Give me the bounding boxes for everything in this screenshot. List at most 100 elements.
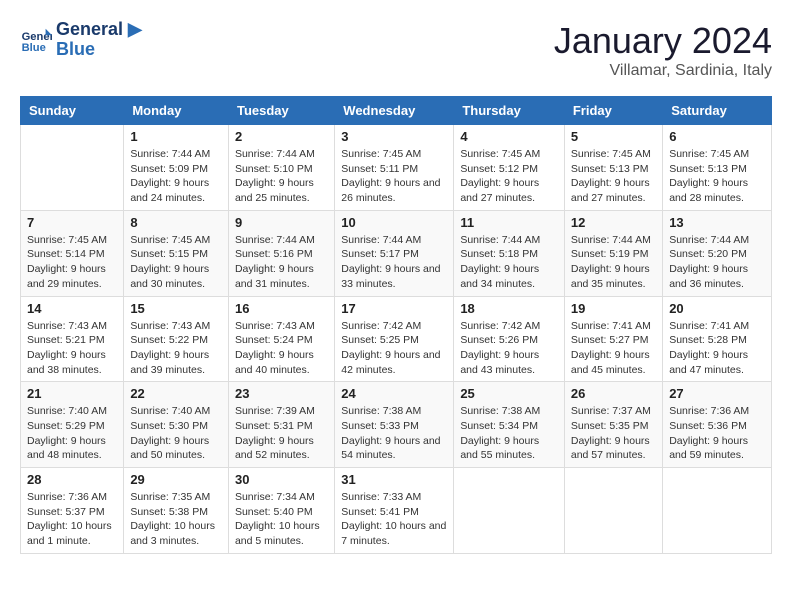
calendar-cell: 1 Sunrise: 7:44 AMSunset: 5:09 PMDaylight…: [124, 125, 229, 211]
day-number: 31: [341, 472, 447, 487]
calendar-cell: 12 Sunrise: 7:44 AMSunset: 5:19 PMDayligh…: [564, 210, 662, 296]
calendar-cell: 4Sunrise: 7:45 AMSunset: 5:12 PMDaylight…: [454, 125, 565, 211]
day-info: Sunrise: 7:44 AMSunset: 5:19 PMDaylight:…: [571, 233, 656, 292]
day-number: 1: [130, 129, 222, 144]
day-info: Sunrise: 7:44 AMSunset: 5:09 PMDaylight:…: [130, 147, 222, 206]
month-title: January 2024: [554, 20, 772, 62]
calendar-week-row: 7 Sunrise: 7:45 AMSunset: 5:14 PMDaylight…: [21, 210, 772, 296]
calendar-cell: 19 Sunrise: 7:41 AMSunset: 5:27 PMDayligh…: [564, 296, 662, 382]
day-info: Sunrise: 7:44 AMSunset: 5:16 PMDaylight:…: [235, 233, 328, 292]
day-info: Sunrise: 7:44 AMSunset: 5:20 PMDaylight:…: [669, 233, 765, 292]
day-number: 3: [341, 129, 447, 144]
calendar-cell: 10 Sunrise: 7:44 AMSunset: 5:17 PMDayligh…: [335, 210, 454, 296]
day-info: Sunrise: 7:44 AMSunset: 5:10 PMDaylight:…: [235, 147, 328, 206]
day-number: 15: [130, 301, 222, 316]
day-number: 2: [235, 129, 328, 144]
day-info: Sunrise: 7:45 AMSunset: 5:13 PMDaylight:…: [669, 147, 765, 206]
calendar-cell: 13 Sunrise: 7:44 AMSunset: 5:20 PMDayligh…: [663, 210, 772, 296]
day-number: 9: [235, 215, 328, 230]
day-number: 11: [460, 215, 558, 230]
day-number: 18: [460, 301, 558, 316]
day-info: Sunrise: 7:43 AMSunset: 5:22 PMDaylight:…: [130, 319, 222, 378]
calendar-cell: 2 Sunrise: 7:44 AMSunset: 5:10 PMDaylight…: [228, 125, 334, 211]
calendar-week-row: 1 Sunrise: 7:44 AMSunset: 5:09 PMDaylight…: [21, 125, 772, 211]
calendar-cell: 11 Sunrise: 7:44 AMSunset: 5:18 PMDayligh…: [454, 210, 565, 296]
day-number: 12: [571, 215, 656, 230]
calendar-cell: 26Sunrise: 7:37 AMSunset: 5:35 PMDayligh…: [564, 382, 662, 468]
day-info: Sunrise: 7:42 AMSunset: 5:26 PMDaylight:…: [460, 319, 558, 378]
day-number: 30: [235, 472, 328, 487]
day-info: Sunrise: 7:45 AMSunset: 5:14 PMDaylight:…: [27, 233, 117, 292]
day-number: 5: [571, 129, 656, 144]
day-number: 13: [669, 215, 765, 230]
day-number: 20: [669, 301, 765, 316]
calendar-week-row: 14 Sunrise: 7:43 AMSunset: 5:21 PMDayligh…: [21, 296, 772, 382]
day-info: Sunrise: 7:45 AMSunset: 5:13 PMDaylight:…: [571, 147, 656, 206]
logo: General Blue General ▶ Blue: [20, 20, 142, 60]
day-number: 7: [27, 215, 117, 230]
day-info: Sunrise: 7:40 AMSunset: 5:29 PMDaylight:…: [27, 404, 117, 463]
day-info: Sunrise: 7:45 AMSunset: 5:11 PMDaylight:…: [341, 147, 447, 206]
calendar-table: SundayMondayTuesdayWednesdayThursdayFrid…: [20, 96, 772, 554]
weekday-header-saturday: Saturday: [663, 97, 772, 125]
calendar-cell: 21 Sunrise: 7:40 AMSunset: 5:29 PMDayligh…: [21, 382, 124, 468]
day-info: Sunrise: 7:33 AMSunset: 5:41 PMDaylight:…: [341, 490, 447, 549]
weekday-header-thursday: Thursday: [454, 97, 565, 125]
calendar-cell: 30 Sunrise: 7:34 AMSunset: 5:40 PMDayligh…: [228, 468, 334, 554]
day-info: Sunrise: 7:43 AMSunset: 5:24 PMDaylight:…: [235, 319, 328, 378]
calendar-cell: 3 Sunrise: 7:45 AMSunset: 5:11 PMDaylight…: [335, 125, 454, 211]
calendar-cell: 23 Sunrise: 7:39 AMSunset: 5:31 PMDayligh…: [228, 382, 334, 468]
weekday-header-row: SundayMondayTuesdayWednesdayThursdayFrid…: [21, 97, 772, 125]
day-info: Sunrise: 7:44 AMSunset: 5:18 PMDaylight:…: [460, 233, 558, 292]
day-info: Sunrise: 7:42 AMSunset: 5:25 PMDaylight:…: [341, 319, 447, 378]
day-number: 23: [235, 386, 328, 401]
logo-icon: General Blue: [20, 24, 52, 56]
calendar-cell: 17Sunrise: 7:42 AMSunset: 5:25 PMDayligh…: [335, 296, 454, 382]
logo-text: General ▶: [56, 20, 142, 40]
day-number: 27: [669, 386, 765, 401]
logo-blue: Blue: [56, 40, 142, 60]
weekday-header-monday: Monday: [124, 97, 229, 125]
calendar-cell: 7 Sunrise: 7:45 AMSunset: 5:14 PMDaylight…: [21, 210, 124, 296]
day-info: Sunrise: 7:45 AMSunset: 5:15 PMDaylight:…: [130, 233, 222, 292]
day-info: Sunrise: 7:41 AMSunset: 5:27 PMDaylight:…: [571, 319, 656, 378]
day-number: 8: [130, 215, 222, 230]
day-info: Sunrise: 7:34 AMSunset: 5:40 PMDaylight:…: [235, 490, 328, 549]
day-number: 28: [27, 472, 117, 487]
day-info: Sunrise: 7:44 AMSunset: 5:17 PMDaylight:…: [341, 233, 447, 292]
day-info: Sunrise: 7:43 AMSunset: 5:21 PMDaylight:…: [27, 319, 117, 378]
calendar-cell: 31 Sunrise: 7:33 AMSunset: 5:41 PMDayligh…: [335, 468, 454, 554]
calendar-cell: 15 Sunrise: 7:43 AMSunset: 5:22 PMDayligh…: [124, 296, 229, 382]
day-number: 21: [27, 386, 117, 401]
day-number: 25: [460, 386, 558, 401]
day-info: Sunrise: 7:38 AMSunset: 5:34 PMDaylight:…: [460, 404, 558, 463]
day-info: Sunrise: 7:45 AMSunset: 5:12 PMDaylight:…: [460, 147, 558, 206]
day-number: 16: [235, 301, 328, 316]
calendar-cell: 5 Sunrise: 7:45 AMSunset: 5:13 PMDaylight…: [564, 125, 662, 211]
calendar-cell: 9 Sunrise: 7:44 AMSunset: 5:16 PMDaylight…: [228, 210, 334, 296]
calendar-cell: 16 Sunrise: 7:43 AMSunset: 5:24 PMDayligh…: [228, 296, 334, 382]
day-info: Sunrise: 7:39 AMSunset: 5:31 PMDaylight:…: [235, 404, 328, 463]
day-number: 6: [669, 129, 765, 144]
location-subtitle: Villamar, Sardinia, Italy: [554, 62, 772, 80]
day-info: Sunrise: 7:35 AMSunset: 5:38 PMDaylight:…: [130, 490, 222, 549]
day-number: 10: [341, 215, 447, 230]
calendar-cell: 14 Sunrise: 7:43 AMSunset: 5:21 PMDayligh…: [21, 296, 124, 382]
calendar-cell: 6 Sunrise: 7:45 AMSunset: 5:13 PMDaylight…: [663, 125, 772, 211]
calendar-cell: 29Sunrise: 7:35 AMSunset: 5:38 PMDayligh…: [124, 468, 229, 554]
title-block: January 2024 Villamar, Sardinia, Italy: [554, 20, 772, 80]
day-info: Sunrise: 7:36 AMSunset: 5:36 PMDaylight:…: [669, 404, 765, 463]
calendar-cell: 24Sunrise: 7:38 AMSunset: 5:33 PMDayligh…: [335, 382, 454, 468]
day-number: 26: [571, 386, 656, 401]
calendar-cell: [21, 125, 124, 211]
day-number: 19: [571, 301, 656, 316]
calendar-cell: [454, 468, 565, 554]
calendar-cell: 27 Sunrise: 7:36 AMSunset: 5:36 PMDayligh…: [663, 382, 772, 468]
svg-text:Blue: Blue: [22, 42, 46, 54]
calendar-cell: 20Sunrise: 7:41 AMSunset: 5:28 PMDayligh…: [663, 296, 772, 382]
day-number: 14: [27, 301, 117, 316]
calendar-cell: 18 Sunrise: 7:42 AMSunset: 5:26 PMDayligh…: [454, 296, 565, 382]
calendar-cell: 8 Sunrise: 7:45 AMSunset: 5:15 PMDaylight…: [124, 210, 229, 296]
weekday-header-friday: Friday: [564, 97, 662, 125]
day-info: Sunrise: 7:36 AMSunset: 5:37 PMDaylight:…: [27, 490, 117, 549]
